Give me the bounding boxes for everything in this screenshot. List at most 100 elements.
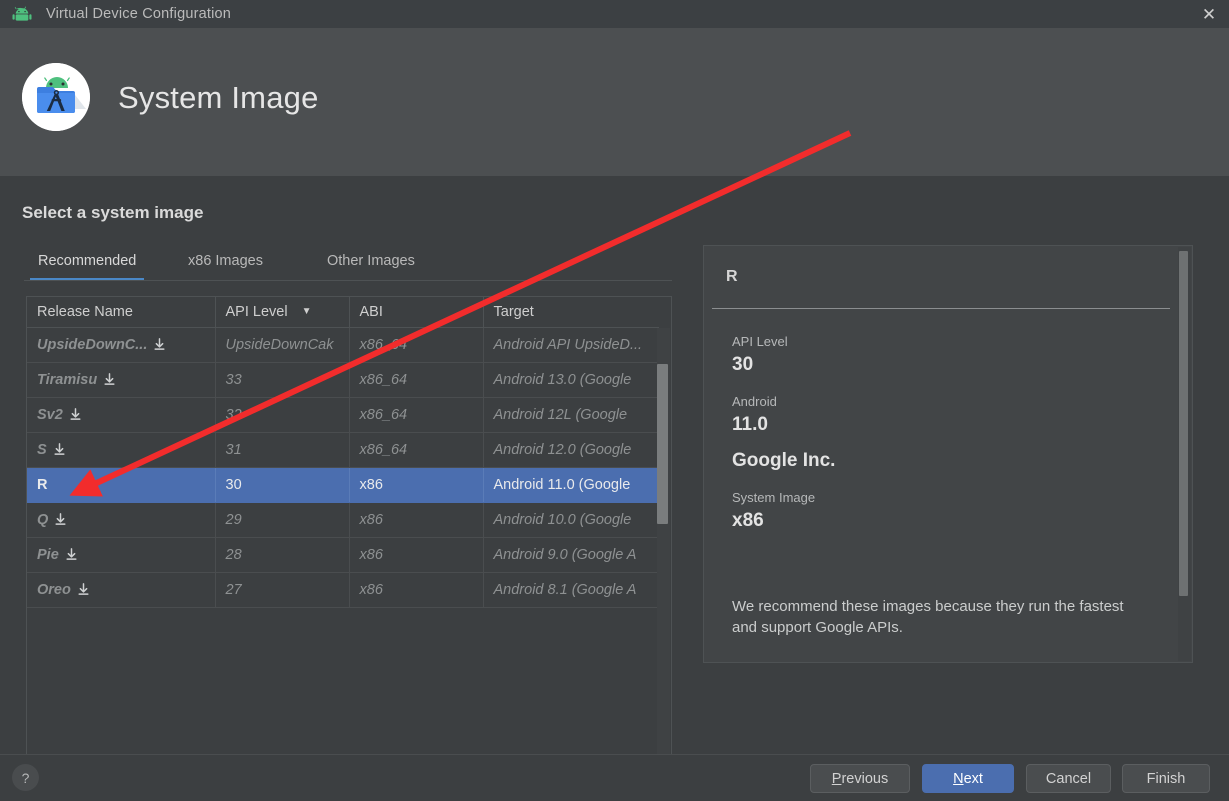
cell-api-level[interactable]: 33 (215, 362, 349, 397)
column-header-api-level[interactable]: API Level ▼ (215, 297, 349, 327)
finish-button[interactable]: Finish (1122, 764, 1210, 793)
tab-other-images[interactable]: Other Images (319, 248, 423, 281)
cell-target[interactable]: Android 8.1 (Google A (483, 572, 659, 607)
cell-abi[interactable]: x86_64 (349, 327, 483, 362)
abi-label: x86 (360, 582, 383, 598)
api-level-label: 31 (226, 442, 242, 458)
next-button[interactable]: Next (922, 764, 1014, 793)
download-icon[interactable] (53, 443, 66, 456)
download-icon[interactable] (69, 408, 82, 421)
target-label: Android 13.0 (Google (494, 372, 632, 388)
cell-api-level[interactable]: 30 (215, 467, 349, 502)
table-row[interactable]: Oreo 27 x86 Android 8.1 (Google A (27, 572, 659, 607)
table-row[interactable]: Pie 28 x86 Android 9.0 (Google A (27, 537, 659, 572)
cell-release-name[interactable]: Tiramisu (27, 362, 215, 397)
table-scrollbar-thumb[interactable] (657, 364, 668, 524)
detail-field-label: System Image (732, 490, 1152, 505)
image-source-tabs: Recommended x86 Images Other Images (24, 248, 674, 281)
cell-abi[interactable]: x86 (349, 537, 483, 572)
next-button-label: ext (964, 771, 983, 787)
cancel-button[interactable]: Cancel (1026, 764, 1111, 793)
column-header-abi[interactable]: ABI (349, 297, 483, 327)
release-name-label: Oreo (37, 582, 71, 598)
cell-abi[interactable]: x86 (349, 467, 483, 502)
download-icon[interactable] (103, 373, 116, 386)
target-label: Android 11.0 (Google (494, 477, 631, 493)
table-row[interactable]: Sv2 32 x86_64 Android 12L (Google (27, 397, 659, 432)
cell-target[interactable]: Android 12L (Google (483, 397, 659, 432)
abi-label: x86_64 (360, 407, 408, 423)
detail-note: We recommend these images because they r… (732, 596, 1152, 638)
table-row[interactable]: S 31 x86_64 Android 12.0 (Google (27, 432, 659, 467)
system-image-table[interactable]: Release Name API Level ▼ ABI Target (26, 296, 672, 781)
table-row[interactable]: UpsideDownC... UpsideDownCakx86_64 Android… (27, 327, 659, 362)
cell-release-name[interactable]: Q (27, 502, 215, 537)
abi-label: x86 (360, 477, 383, 493)
api-level-label: 27 (226, 582, 242, 598)
table-row[interactable]: Q29 x86 Android 10.0 (Google (27, 502, 659, 537)
detail-scrollbar-track[interactable] (1178, 247, 1191, 661)
cell-api-level[interactable]: 28 (215, 537, 349, 572)
abi-label: x86_64 (360, 442, 408, 458)
release-name-label: UpsideDownC... (37, 337, 147, 353)
cell-target[interactable]: Android 13.0 (Google (483, 362, 659, 397)
release-name-label: R (37, 477, 47, 493)
detail-field-value: 30 (732, 354, 1152, 376)
cell-abi[interactable]: x86 (349, 502, 483, 537)
target-label: Android API UpsideD... (494, 337, 643, 353)
cell-target[interactable]: Android 10.0 (Google (483, 502, 659, 537)
column-header-release-name[interactable]: Release Name (27, 297, 215, 327)
column-header-target[interactable]: Target (483, 297, 659, 327)
detail-field-label: API Level (732, 334, 1152, 349)
cell-api-level[interactable]: 29 (215, 502, 349, 537)
cell-target[interactable]: Android 9.0 (Google A (483, 537, 659, 572)
cell-abi[interactable]: x86_64 (349, 432, 483, 467)
cell-target[interactable]: Android 12.0 (Google (483, 432, 659, 467)
target-label: Android 12.0 (Google (494, 442, 632, 458)
target-label: Android 12L (Google (494, 407, 628, 423)
page-body: Select a system image Recommended x86 Im… (0, 176, 1229, 754)
close-icon[interactable]: ✕ (1189, 0, 1229, 28)
cell-abi[interactable]: x86_64 (349, 362, 483, 397)
cell-abi[interactable]: x86_64 (349, 397, 483, 432)
detail-title: R (726, 268, 738, 286)
page-title: System Image (118, 80, 319, 116)
tab-x86-images[interactable]: x86 Images (180, 248, 271, 281)
cell-abi[interactable]: x86 (349, 572, 483, 607)
detail-field-value: x86 (732, 510, 1152, 532)
android-robot-icon (12, 6, 32, 22)
cell-api-level[interactable]: 27 (215, 572, 349, 607)
release-name-label: S (37, 442, 47, 458)
download-icon[interactable] (77, 583, 90, 596)
cell-api-level[interactable]: UpsideDownCak (215, 327, 349, 362)
cell-release-name[interactable]: Oreo (27, 572, 215, 607)
release-name-label: Pie (37, 547, 59, 563)
table-row[interactable]: R 30 x86 Android 11.0 (Google (27, 467, 659, 502)
detail-scrollbar-thumb[interactable] (1179, 251, 1188, 596)
cell-api-level[interactable]: 32 (215, 397, 349, 432)
api-level-label: 28 (226, 547, 242, 563)
table-row[interactable]: Tiramisu33x86_64 Android 13.0 (Google (27, 362, 659, 397)
target-label: Android 9.0 (Google A (494, 547, 637, 563)
chevron-down-icon: ▼ (302, 306, 312, 317)
cell-release-name[interactable]: S (27, 432, 215, 467)
cell-api-level[interactable]: 31 (215, 432, 349, 467)
download-icon[interactable] (153, 338, 166, 351)
cell-release-name[interactable]: UpsideDownC... (27, 327, 215, 362)
table-scrollbar-track[interactable] (657, 328, 670, 779)
system-image-detail-panel: R API Level30Android11.0Google Inc.Syste… (703, 245, 1193, 663)
help-button[interactable]: ? (12, 764, 39, 791)
download-icon[interactable] (54, 513, 67, 526)
cell-release-name[interactable]: Pie (27, 537, 215, 572)
tab-recommended[interactable]: Recommended (30, 248, 144, 281)
cell-target[interactable]: Android 11.0 (Google (483, 467, 659, 502)
abi-label: x86 (360, 512, 383, 528)
download-icon[interactable] (65, 548, 78, 561)
release-name-label: Sv2 (37, 407, 63, 423)
next-button-mnemonic: N (953, 771, 963, 787)
cell-target[interactable]: Android API UpsideD... (483, 327, 659, 362)
cell-release-name[interactable]: Sv2 (27, 397, 215, 432)
cell-release-name[interactable]: R (27, 467, 215, 502)
previous-button[interactable]: Previous (810, 764, 910, 793)
wizard-header: System Image (0, 28, 1229, 176)
